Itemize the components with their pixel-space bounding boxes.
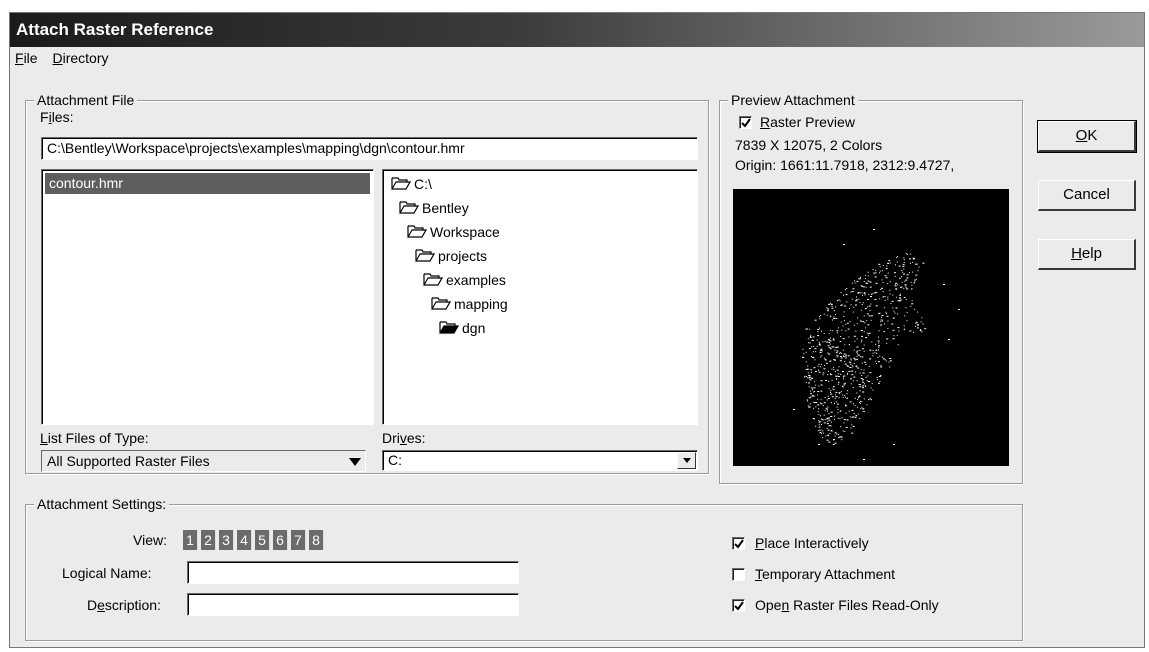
directory-tree-label: dgn: [462, 320, 486, 336]
drives-dropdown-button[interactable]: [677, 452, 696, 469]
directory-tree-label: projects: [438, 248, 488, 264]
view-button-8[interactable]: 8: [309, 530, 324, 550]
raster-dimensions: 7839 X 12075, 2 Colors: [735, 137, 883, 153]
attachment-file-legend: Attachment File: [34, 92, 138, 108]
view-button-2[interactable]: 2: [201, 530, 216, 550]
folder-open-icon: [407, 222, 428, 244]
file-type-value: All Supported Raster Files: [47, 453, 210, 469]
directory-tree-item[interactable]: mapping: [431, 293, 508, 316]
directory-tree-label: Workspace: [430, 224, 500, 240]
chevron-down-icon: [683, 458, 691, 463]
temporary-attachment-checkbox[interactable]: [732, 568, 745, 581]
files-label: Files:: [40, 109, 74, 125]
file-path-text: C:\Bentley\Workspace\projects\examples\m…: [47, 140, 465, 156]
view-button-4[interactable]: 4: [237, 530, 252, 550]
directory-tree[interactable]: C:\ Bentley Workspace projects examples mappi…: [382, 169, 698, 425]
folder-open-icon: [415, 246, 436, 268]
help-button[interactable]: Help: [1038, 239, 1136, 270]
dropdown-arrow-icon[interactable]: [349, 458, 361, 466]
raster-preview-checkbox[interactable]: [739, 116, 752, 129]
folder-open-icon: [391, 174, 412, 196]
directory-tree-item[interactable]: Bentley: [399, 197, 469, 220]
folder-open-icon: [423, 270, 444, 292]
contour-map-preview: [793, 229, 960, 460]
description-label: Description:: [87, 597, 161, 613]
drives-value: C:: [388, 452, 402, 468]
logical-name-label: Logical Name:: [62, 565, 152, 581]
drives-dropdown[interactable]: C:: [382, 450, 698, 471]
view-button-7[interactable]: 7: [291, 530, 306, 550]
directory-tree-item[interactable]: projects: [415, 245, 487, 268]
raster-preview-label[interactable]: Raster Preview: [760, 114, 855, 130]
folder-open-icon: [431, 294, 452, 316]
preview-legend: Preview Attachment: [728, 92, 858, 108]
place-interactively-checkbox[interactable]: [732, 537, 745, 550]
view-label: View:: [133, 532, 167, 548]
folder-open-icon: [439, 318, 460, 340]
directory-tree-label: mapping: [454, 296, 508, 312]
menu-bar: File Directory: [10, 47, 1144, 69]
folder-open-icon: [399, 198, 420, 220]
check-icon: [734, 601, 744, 611]
list-files-type-label: List Files of Type:: [40, 430, 149, 446]
raster-preview-image: [733, 189, 1009, 466]
file-list[interactable]: contour.hmr: [41, 169, 374, 425]
file-list-item-selected[interactable]: contour.hmr: [45, 173, 370, 194]
window-title: Attach Raster Reference: [10, 13, 1144, 47]
menu-directory[interactable]: Directory: [47, 47, 114, 69]
view-button-6[interactable]: 6: [273, 530, 288, 550]
drives-label: Drives:: [382, 430, 426, 446]
view-button-5[interactable]: 5: [255, 530, 270, 550]
raster-origin: Origin: 1661:11.7918, 2312:9.4727,: [735, 157, 955, 173]
place-interactively-label[interactable]: Place Interactively: [755, 535, 869, 551]
check-icon: [741, 118, 751, 128]
file-path-field[interactable]: C:\Bentley\Workspace\projects\examples\m…: [41, 137, 698, 160]
description-input[interactable]: [187, 593, 519, 616]
ok-button[interactable]: OK: [1037, 120, 1137, 153]
logical-name-input[interactable]: [187, 561, 519, 584]
attachment-settings-legend: Attachment Settings:: [34, 496, 170, 512]
cancel-button[interactable]: Cancel: [1038, 180, 1136, 211]
directory-tree-item[interactable]: Workspace: [407, 221, 500, 244]
directory-tree-item[interactable]: dgn: [439, 317, 485, 340]
menu-file[interactable]: File: [10, 47, 44, 69]
view-button-3[interactable]: 3: [219, 530, 234, 550]
attach-raster-dialog: Attach Raster Reference File Directory A…: [9, 12, 1145, 648]
file-type-dropdown[interactable]: All Supported Raster Files: [41, 450, 366, 472]
open-read-only-checkbox[interactable]: [732, 599, 745, 612]
directory-tree-item[interactable]: examples: [423, 269, 506, 292]
view-buttons: 12345678: [183, 530, 343, 550]
check-icon: [734, 539, 744, 549]
view-button-1[interactable]: 1: [183, 530, 198, 550]
temporary-attachment-label[interactable]: Temporary Attachment: [755, 566, 895, 582]
directory-tree-item[interactable]: C:\: [391, 173, 432, 196]
directory-tree-label: C:\: [414, 176, 432, 192]
open-read-only-label[interactable]: Open Raster Files Read-Only: [755, 597, 939, 613]
directory-tree-label: examples: [446, 272, 506, 288]
directory-tree-label: Bentley: [422, 200, 469, 216]
